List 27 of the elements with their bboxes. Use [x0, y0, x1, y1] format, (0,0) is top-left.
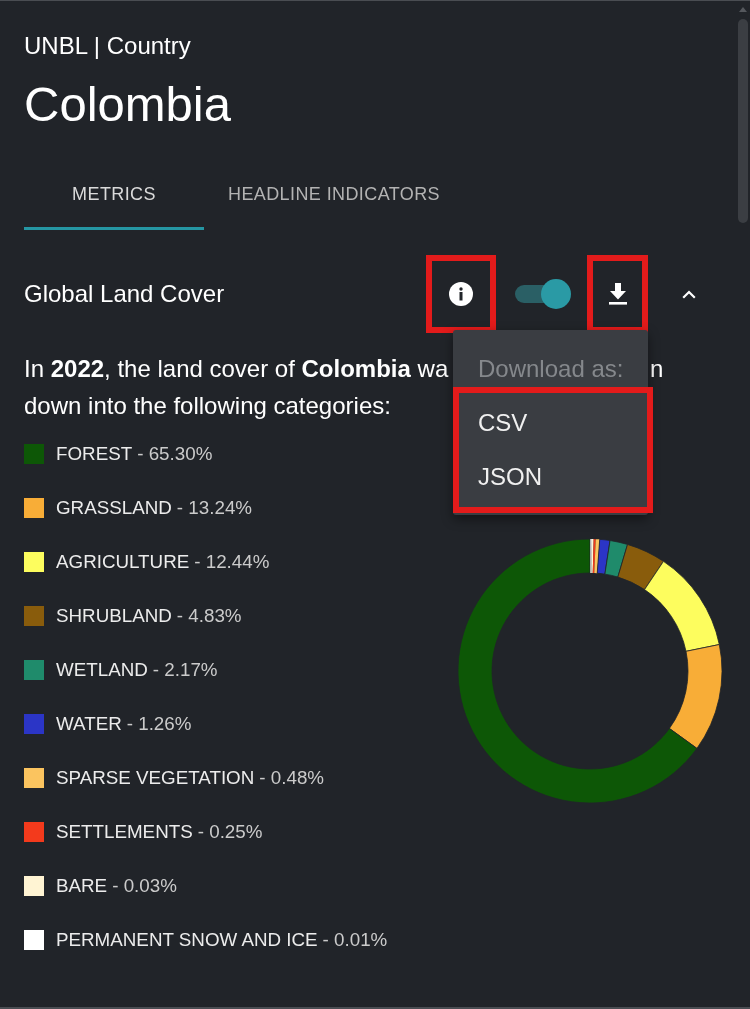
legend-label: BARE [56, 874, 108, 897]
description-text: In 2022, the land cover of Colombia wa [24, 354, 449, 384]
legend-label: SPARSE VEGETATION [56, 766, 255, 789]
legend-percentage: - 1.26% [126, 712, 192, 735]
legend-label: GRASSLAND [56, 496, 172, 519]
legend-percentage: - 0.03% [112, 874, 177, 897]
legend-label: SETTLEMENTS [56, 820, 193, 843]
description-text: n [650, 354, 664, 384]
description-text: down into the following categories: [24, 391, 391, 421]
legend-percentage: - 0.48% [259, 766, 325, 789]
legend-percentage: - 0.01% [322, 928, 388, 951]
legend-label: WETLAND [56, 658, 148, 681]
legend-label: PERMANENT SNOW AND ICE [56, 928, 318, 951]
legend-label: AGRICULTURE [56, 550, 190, 573]
legend-percentage: - 0.25% [197, 820, 263, 843]
legend-percentage: - 12.44% [194, 550, 270, 573]
legend-percentage: - 2.17% [152, 658, 218, 681]
legend-percentage: - 65.30% [137, 442, 213, 465]
legend-percentage: - 4.83% [176, 604, 242, 627]
legend-label: FOREST [56, 442, 133, 465]
page-title: Colombia [24, 76, 231, 132]
legend-label: WATER [56, 712, 122, 735]
breadcrumb-text: UNBL | Country [24, 32, 191, 60]
section-title: Global Land Cover [24, 280, 225, 308]
menu-heading: Download as: [478, 354, 624, 384]
legend-label: SHRUBLAND [56, 604, 172, 627]
legend-percentage: - 13.24% [176, 496, 253, 519]
